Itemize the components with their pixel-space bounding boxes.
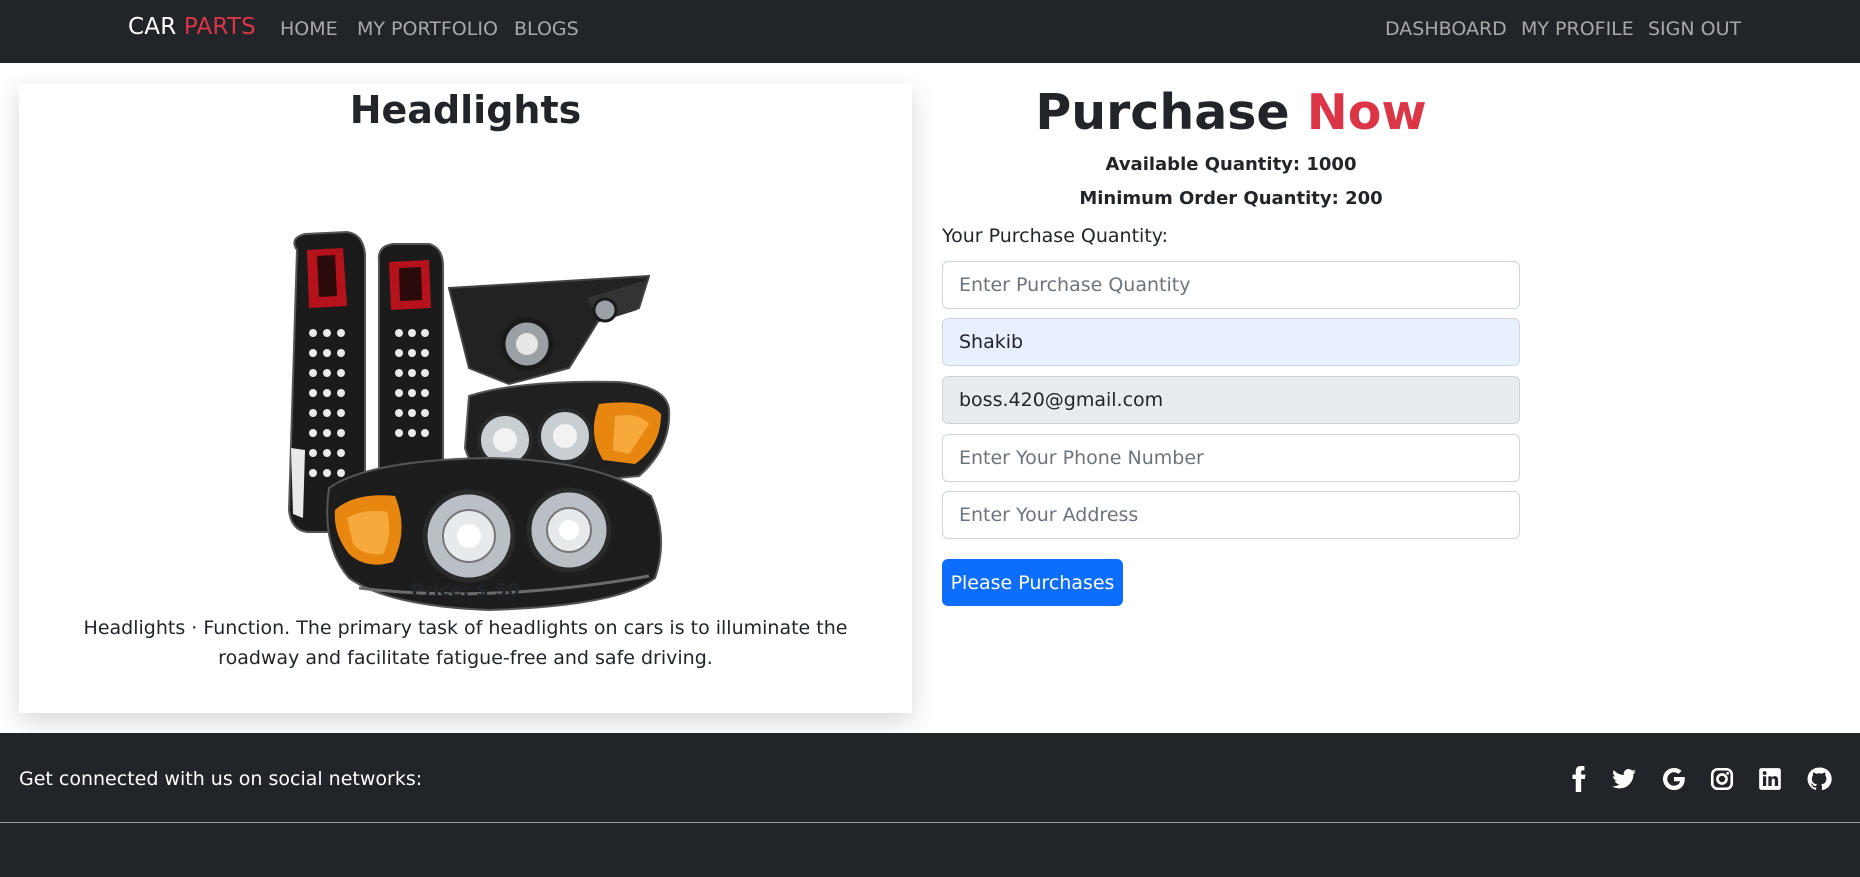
minimum-order-quantity: Minimum Order Quantity: 200 <box>1079 188 1383 209</box>
purchase-quantity-label: Your Purchase Quantity: <box>942 225 1169 247</box>
facebook-icon[interactable] <box>1566 766 1592 792</box>
phone-input[interactable] <box>942 434 1520 482</box>
footer: Get connected with us on social networks… <box>0 733 1860 877</box>
purchase-heading-word: Purchase <box>1035 84 1290 141</box>
headlights-product-image <box>287 230 671 612</box>
brand-part-parts: PARTS <box>183 14 256 40</box>
available-quantity: Available Quantity: 1000 <box>1105 154 1357 175</box>
product-card: Headlights Price: $ 50 Headlights · Func… <box>19 84 912 713</box>
email-input[interactable] <box>942 376 1520 424</box>
product-description: Headlights · Function. The primary task … <box>83 617 848 669</box>
brand-part-car: CAR <box>128 14 177 40</box>
nav-link-blogs[interactable]: BLOGS <box>514 18 579 40</box>
footer-social-text: Get connected with us on social networks… <box>19 768 423 790</box>
nav-link-dashboard[interactable]: DASHBOARD <box>1385 18 1507 40</box>
nav-link-sign-out[interactable]: SIGN OUT <box>1648 18 1741 40</box>
address-input[interactable] <box>942 491 1520 539</box>
twitter-icon[interactable] <box>1611 766 1637 792</box>
linkedin-icon[interactable] <box>1757 766 1783 792</box>
footer-divider <box>0 822 1860 823</box>
navbar: CAR PARTS HOME MY PORTFOLIO BLOGS DASHBO… <box>0 0 1860 63</box>
purchase-quantity-input[interactable] <box>942 261 1520 309</box>
product-price: Price: $ 50 <box>411 580 520 601</box>
github-icon[interactable] <box>1806 766 1832 792</box>
purchase-submit-button[interactable]: Please Purchases <box>942 559 1123 606</box>
nav-link-my-profile[interactable]: MY PROFILE <box>1521 18 1634 40</box>
purchase-heading-accent: Now <box>1306 84 1427 141</box>
product-title: Headlights <box>349 88 582 132</box>
nav-link-my-portfolio[interactable]: MY PORTFOLIO <box>357 18 498 40</box>
purchase-heading: Purchase Now <box>942 82 1520 144</box>
instagram-icon[interactable] <box>1709 766 1735 792</box>
nav-link-home[interactable]: HOME <box>280 18 338 40</box>
google-icon[interactable] <box>1661 766 1687 792</box>
name-input[interactable] <box>942 318 1520 366</box>
brand-logo[interactable]: CAR PARTS <box>128 14 256 40</box>
